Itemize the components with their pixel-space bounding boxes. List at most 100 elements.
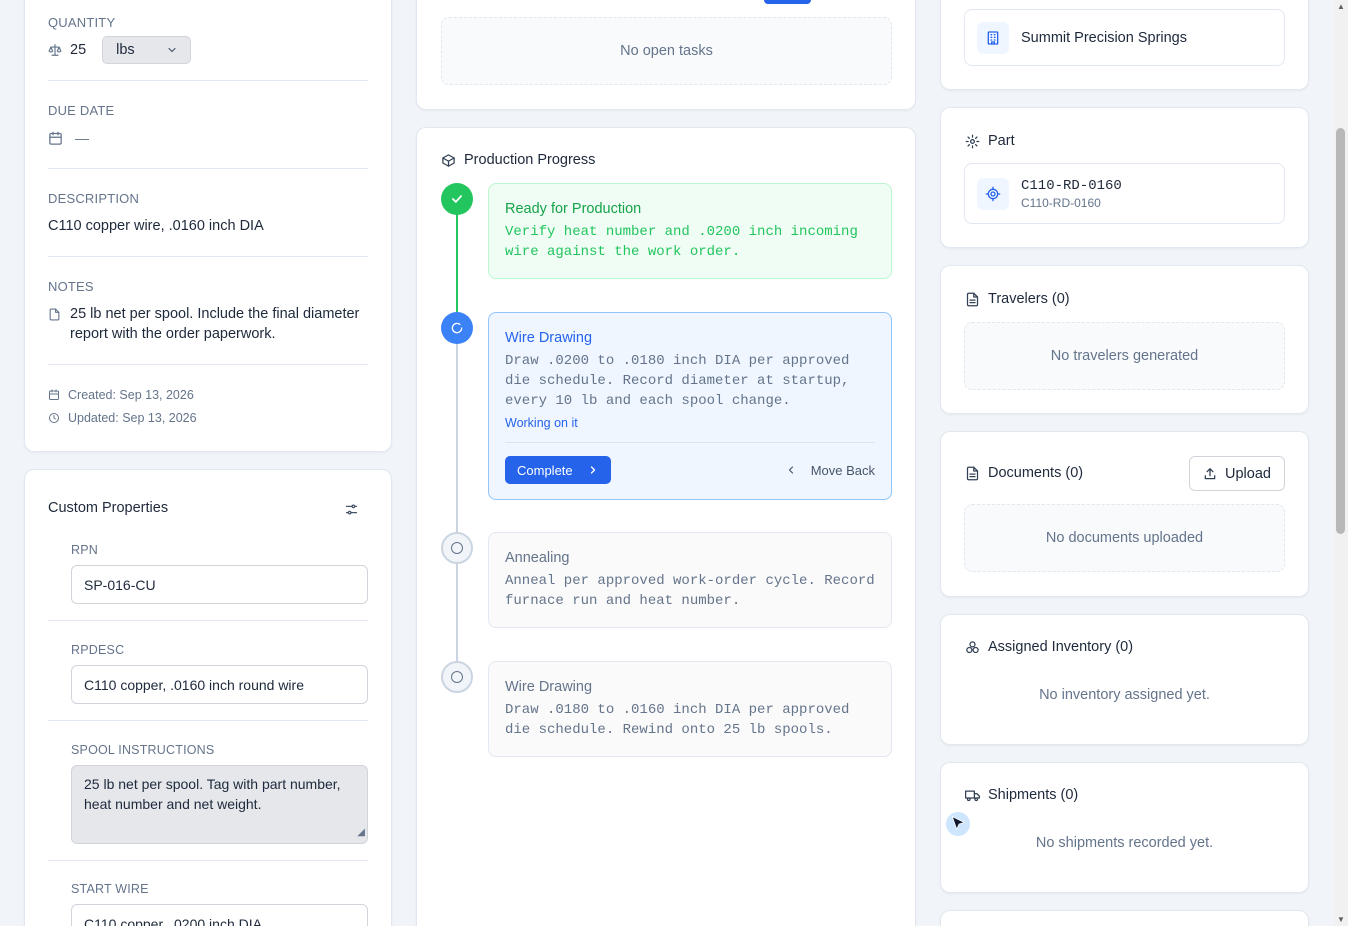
due-date-label: DUE DATE [48,103,115,118]
divider [48,80,368,81]
rpn-value: SP-016-CU [84,576,156,593]
step-description: Anneal per approved work-order cycle. Re… [505,571,875,611]
inventory-header: Assigned Inventory (0) [965,639,1133,655]
scrollbar-thumb[interactable] [1336,128,1345,534]
quantity-row: 25 lbs [48,36,192,64]
rpdesc-label: RPDESC [71,643,125,657]
step-wire-drawing-active: Wire Drawing Draw .0200 to .0180 inch DI… [488,312,892,500]
tasks-empty-text: No open tasks [620,43,713,59]
part-header: Part [965,133,1015,149]
start-wire-input[interactable]: C110 copper, .0200 inch DIA [71,904,368,926]
step-description-line: furnace run and heat number. [505,593,741,609]
cursor-arrow-icon [951,815,966,831]
step-status-text: Working on it [505,416,578,430]
loading-spinner-icon [450,321,464,335]
tasks-action-button[interactable] [764,0,811,4]
timeline-line [456,564,458,662]
chevron-down-icon [166,44,178,56]
step-title: Wire Drawing [505,330,593,346]
notes-label: NOTES [48,279,94,294]
scroll-up-arrow-icon[interactable]: ▲ [1337,2,1345,11]
rpn-input[interactable]: SP-016-CU [71,565,368,604]
notes-line: 25 lb net per spool. Include the final d… [70,306,360,322]
gear-icon [965,134,980,149]
part-text: C110-RD-0160 C110-RD-0160 [1021,178,1122,210]
rpn-label: RPN [71,543,98,557]
description-value: C110 copper wire, .0160 inch DIA [48,218,264,234]
step-description-line: every 10 lb and each spool change. [505,393,791,409]
inventory-card [940,614,1309,745]
documents-empty-state: No documents uploaded [964,504,1285,572]
sliders-icon[interactable] [344,502,359,517]
next-card [940,910,1309,926]
step-description-line: Draw .0180 to .0160 inch DIA per approve… [505,702,850,718]
step-description-line: die schedule. Rewind onto 25 lb spools. [505,722,833,738]
document-icon [48,308,61,321]
divider [48,860,368,861]
step-divider [505,442,875,443]
step-description-line: Anneal per approved work-order cycle. Re… [505,573,875,589]
calendar-icon [48,389,60,401]
upload-icon [1203,467,1217,481]
clock-icon [48,412,60,424]
mouse-cursor [946,812,970,836]
divider [48,364,368,365]
start-wire-value: C110 copper, .0200 inch DIA [84,915,262,926]
divider [48,620,368,621]
divider [48,720,368,721]
part-entity[interactable]: C110-RD-0160 C110-RD-0160 [964,163,1285,224]
spool-instructions-label: SPOOL INSTRUCTIONS [71,743,215,757]
step-actions: Complete Move Back [505,456,875,484]
step-title: Annealing [505,550,570,566]
package-icon [441,153,456,168]
documents-header: Documents (0) [965,465,1083,481]
documents-title: Documents (0) [988,465,1084,481]
notes-line: report with the order paperwork. [70,325,276,342]
step-description-line: die schedule. Record diameter at startup… [505,373,850,389]
quantity-label: QUANTITY [48,15,116,30]
shipments-title: Shipments (0) [988,787,1079,803]
inventory-empty-text: No inventory assigned yet. [1039,687,1210,703]
scroll-down-arrow-icon[interactable]: ▼ [1337,915,1345,924]
step-annealing: Annealing Anneal per approved work-order… [488,532,892,628]
start-wire-label: START WIRE [71,882,149,896]
spool-instructions-textarea[interactable]: 25 lb net per spool. Tag with part numbe… [71,765,368,844]
calendar-icon [48,131,63,146]
step-active-indicator [441,312,473,344]
scrollbar-track[interactable]: ▲ ▼ [1334,0,1348,926]
step-title: Wire Drawing [505,679,593,695]
shipments-card [940,762,1309,893]
chevron-right-icon [587,464,599,476]
upload-button-label: Upload [1225,465,1271,482]
step-description: Verify heat number and .0200 inch incomi… [505,222,875,262]
chevron-left-icon [785,464,797,476]
due-date-row: — [48,130,89,146]
resize-handle-icon[interactable]: ◢ [357,823,365,843]
shipments-header: Shipments (0) [965,787,1078,803]
upload-button[interactable]: Upload [1189,456,1285,491]
file-text-icon [965,292,980,307]
move-back-button[interactable]: Move Back [785,463,875,478]
inventory-title: Assigned Inventory (0) [988,639,1134,655]
updated-text: Updated: Sep 13, 2026 [68,411,197,425]
circle-icon [451,542,463,554]
rpdesc-input[interactable]: C110 copper, .0160 inch round wire [71,665,368,704]
gear-icon [977,177,1009,210]
travelers-title: Travelers (0) [988,291,1070,307]
check-icon [450,192,464,206]
production-progress-header: Production Progress [441,152,595,168]
timeline-line [456,343,458,533]
step-description: Draw .0180 to .0160 inch DIA per approve… [505,700,875,740]
complete-button[interactable]: Complete [505,456,611,484]
updated-row: Updated: Sep 13, 2026 [48,411,197,425]
unit-select[interactable]: lbs [102,36,192,64]
truck-icon [965,788,980,803]
part-subtext: C110-RD-0160 [1021,195,1101,210]
circle-icon [451,671,463,683]
documents-empty-text: No documents uploaded [1045,530,1204,546]
spool-instructions-value: 25 lb net per spool. Tag with part numbe… [84,776,341,812]
custom-properties-title: Custom Properties [48,500,169,516]
divider [48,168,368,169]
scale-icon [48,43,62,57]
customer-entity[interactable]: Summit Precision Springs [964,9,1285,66]
